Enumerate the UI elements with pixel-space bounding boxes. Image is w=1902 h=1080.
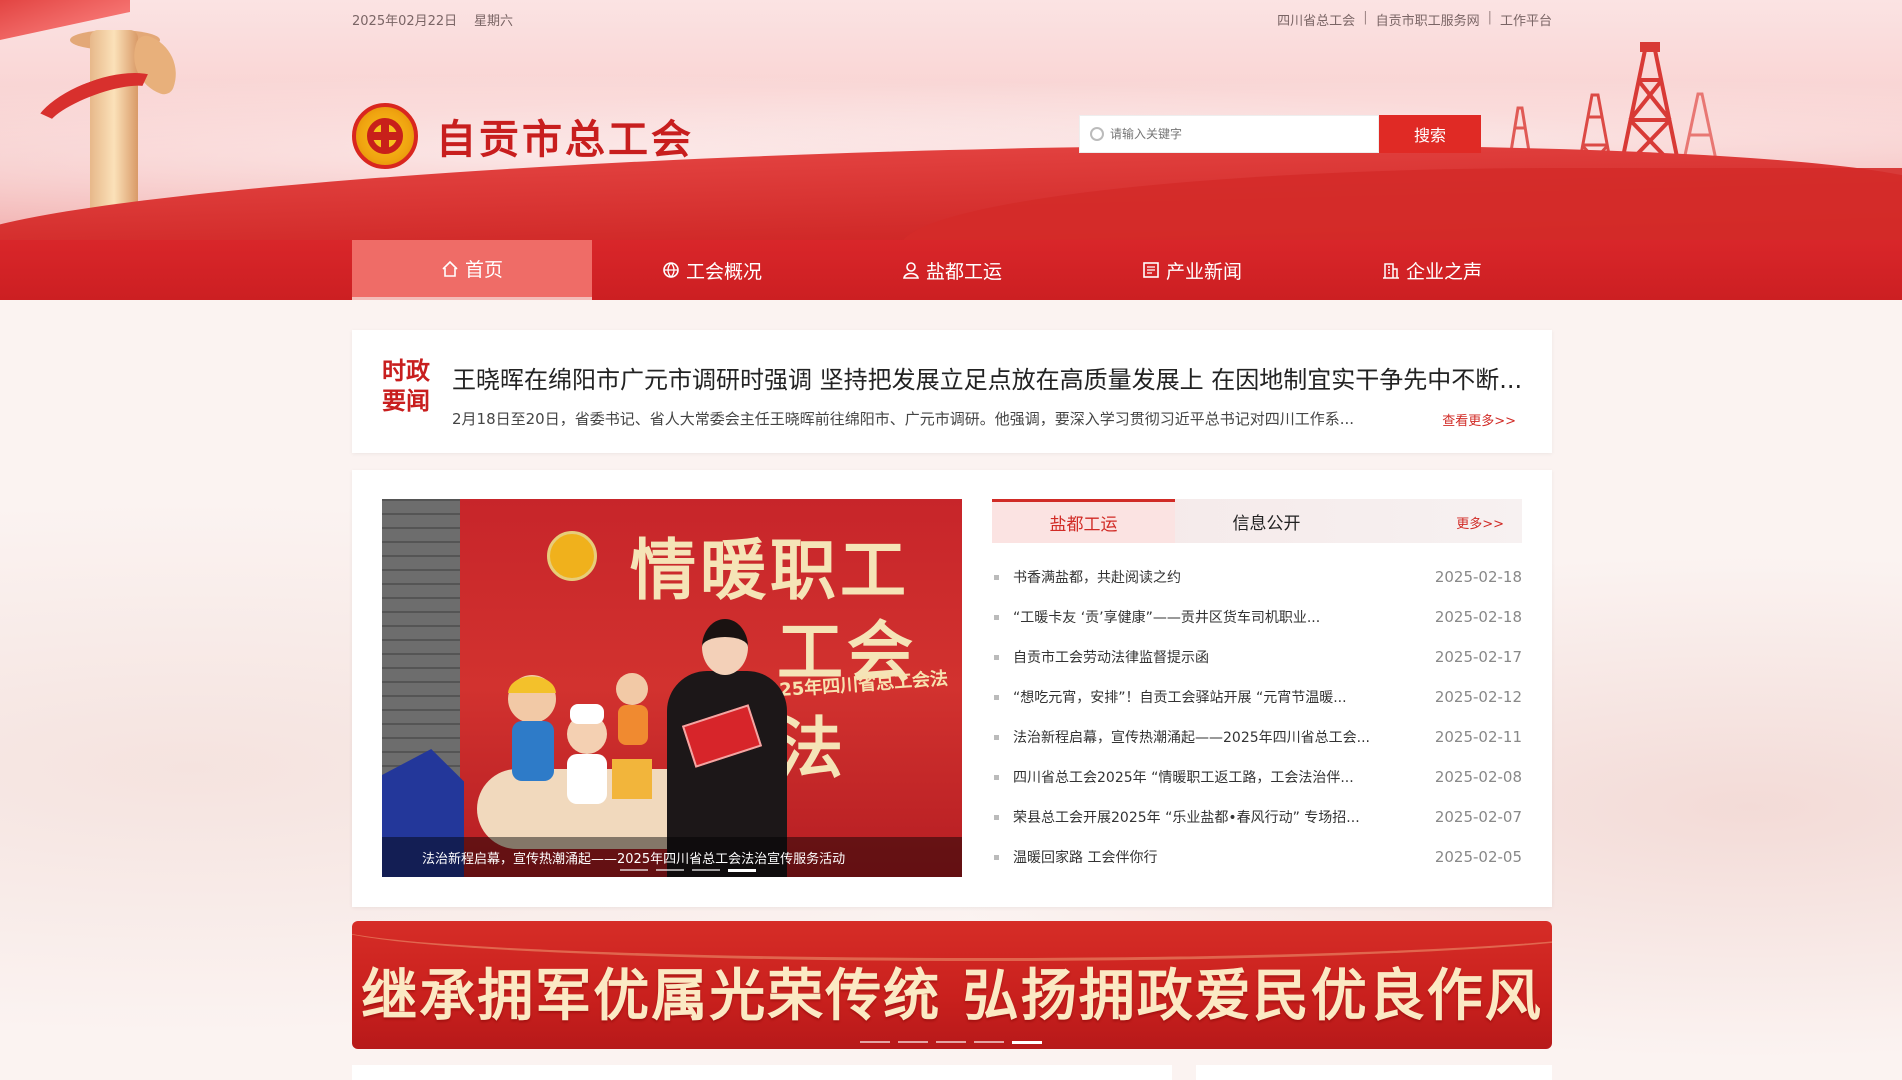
view-more-link[interactable]: 查看更多>> (1442, 410, 1516, 429)
news-title[interactable]: 书香满盐都，共赴阅读之约 (1013, 567, 1403, 587)
search-button[interactable]: 搜索 (1379, 115, 1481, 153)
next-section-card (1196, 1065, 1552, 1080)
building-icon (1382, 261, 1400, 279)
banner-dot[interactable] (898, 1041, 928, 1043)
news-tabs: 盐都工运 信息公开 更多>> (992, 499, 1522, 543)
banner-dot[interactable] (936, 1041, 966, 1043)
nav-label: 企业之声 (1405, 260, 1482, 283)
nav-salt-city-labor[interactable]: 盐都工运 (832, 240, 1072, 300)
nav-industry-news[interactable]: 产业新闻 (1072, 240, 1312, 300)
site-logo[interactable]: 自贡市总工会 (352, 103, 694, 169)
globe-icon (662, 261, 680, 279)
carousel-dot[interactable] (620, 869, 648, 871)
nav-home[interactable]: 首页 (352, 240, 592, 300)
nav-enterprise-voice[interactable]: 企业之声 (1312, 240, 1552, 300)
image-carousel[interactable]: 情暖职工 工会法 2025年四川省总工会法 法治新程启幕，宣传热潮涌起——202… (382, 499, 962, 877)
news-date: 2025-02-18 (1434, 568, 1522, 586)
search-field-container (1079, 115, 1379, 153)
main-nav: 首页 工会概况 盐都工运 产业新闻 企业之声 (0, 240, 1902, 300)
headline-title[interactable]: 王晓晖在绵阳市广元市调研时强调 坚持把发展立足点放在高质量发展上 在因地制宜实干… (452, 360, 1532, 395)
current-date: 2025年02月22日 (352, 14, 458, 29)
home-icon (441, 260, 459, 278)
site-name: 自贡市总工会 (436, 116, 694, 163)
link-sichuan-union[interactable]: 四川省总工会 (1277, 10, 1355, 29)
news-date: 2025-02-12 (1434, 688, 1522, 706)
carousel-indicators (620, 869, 756, 872)
top-links: 四川省总工会 | 自贡市职工服务网 | 工作平台 (1277, 10, 1552, 29)
list-item[interactable]: 温暖回家路 工会伴你行 2025-02-05 (992, 837, 1522, 877)
banner-dot[interactable] (860, 1041, 890, 1043)
cartoon-figures-illustration (492, 659, 662, 819)
union-emblem-icon (547, 531, 597, 581)
news-title[interactable]: “想吃元宵，安排”！自贡工会驿站开展 “元宵节温暖... (1013, 687, 1403, 707)
current-weekday: 星期六 (474, 14, 514, 29)
user-icon (902, 261, 920, 279)
news-title[interactable]: 自贡市工会劳动法律监督提示函 (1013, 647, 1403, 667)
banner-dot[interactable] (974, 1041, 1004, 1043)
tab-salt-city-labor[interactable]: 盐都工运 (992, 499, 1175, 543)
news-title[interactable]: “工暖卡友 ‘贡’享健康”——贡井区货车司机职业... (1013, 607, 1403, 627)
carousel-dot-active[interactable] (728, 869, 756, 872)
nav-label: 首页 (464, 259, 503, 281)
union-emblem-icon (352, 103, 418, 169)
list-item[interactable]: “工暖卡友 ‘贡’享健康”——贡井区货车司机职业... 2025-02-18 (992, 597, 1522, 637)
nav-label: 产业新闻 (1165, 260, 1242, 283)
link-worker-service[interactable]: 自贡市职工服务网 (1376, 10, 1480, 29)
carousel-caption[interactable]: 法治新程启幕，宣传热潮涌起——2025年四川省总工会法治宣传服务活动 (422, 848, 845, 867)
list-item[interactable]: 法治新程启幕，宣传热潮涌起——2025年四川省总工会... 2025-02-11 (992, 717, 1522, 757)
link-work-platform[interactable]: 工作平台 (1500, 10, 1552, 29)
list-item[interactable]: 四川省总工会2025年 “情暖职工返工路，工会法治伴... 2025-02-08 (992, 757, 1522, 797)
news-title[interactable]: 荣县总工会开展2025年 “乐业盐都•春风行动” 专场招... (1013, 807, 1403, 827)
banner-indicators (860, 1041, 1042, 1044)
news-date: 2025-02-11 (1434, 728, 1522, 746)
news-list: 书香满盐都，共赴阅读之约 2025-02-18 “工暖卡友 ‘贡’享健康”——贡… (992, 557, 1522, 877)
nav-label: 工会概况 (685, 260, 762, 283)
tab-info-disclosure[interactable]: 信息公开 (1175, 499, 1358, 543)
next-section-card (352, 1065, 1172, 1080)
search-icon (1090, 127, 1104, 141)
news-date: 2025-02-08 (1434, 768, 1522, 786)
list-item[interactable]: “想吃元宵，安排”！自贡工会驿站开展 “元宵节温暖... 2025-02-12 (992, 677, 1522, 717)
current-affairs-tag: 时政 要闻 (382, 356, 430, 415)
headline-summary: 2月18日至20日，省委书记、省人大常委会主任王晓晖前往绵阳市、广元市调研。他强… (452, 410, 1355, 428)
header-background (0, 0, 1902, 240)
document-icon (1142, 261, 1160, 279)
tab-more-link[interactable]: 更多>> (1456, 513, 1504, 532)
banner-slogan: 继承拥军优属光荣传统 弘扬拥政爱民优良作风 (361, 963, 1543, 1029)
list-item[interactable]: 书香满盐都，共赴阅读之约 2025-02-18 (992, 557, 1522, 597)
search-bar: 搜索 (1079, 115, 1481, 153)
news-date: 2025-02-07 (1434, 808, 1522, 826)
headline-card: 时政 要闻 王晓晖在绵阳市广元市调研时强调 坚持把发展立足点放在高质量发展上 在… (352, 330, 1552, 453)
news-date: 2025-02-05 (1434, 848, 1522, 866)
news-card: 情暖职工 工会法 2025年四川省总工会法 法治新程启幕，宣传热潮涌起——202… (352, 470, 1552, 907)
news-date: 2025-02-17 (1434, 648, 1522, 666)
carousel-dot[interactable] (692, 869, 720, 871)
news-title[interactable]: 四川省总工会2025年 “情暖职工返工路，工会法治伴... (1013, 767, 1403, 787)
derrick-decoration (1680, 90, 1720, 160)
carousel-dot[interactable] (656, 869, 684, 871)
news-title[interactable]: 法治新程启幕，宣传热潮涌起——2025年四川省总工会... (1013, 727, 1403, 747)
news-date: 2025-02-18 (1434, 608, 1522, 626)
news-title[interactable]: 温暖回家路 工会伴你行 (1013, 847, 1403, 867)
list-item[interactable]: 荣县总工会开展2025年 “乐业盐都•春风行动” 专场招... 2025-02-… (992, 797, 1522, 837)
list-item[interactable]: 自贡市工会劳动法律监督提示函 2025-02-17 (992, 637, 1522, 677)
nav-union-overview[interactable]: 工会概况 (592, 240, 832, 300)
slogan-banner[interactable]: 继承拥军优属光荣传统 弘扬拥政爱民优良作风 (352, 921, 1552, 1049)
nav-label: 盐都工运 (925, 260, 1002, 283)
search-input[interactable] (1110, 127, 1360, 141)
top-utility-bar: 2025年02月22日 星期六 四川省总工会 | 自贡市职工服务网 | 工作平台 (352, 10, 1552, 30)
banner-dot-active[interactable] (1012, 1041, 1042, 1044)
